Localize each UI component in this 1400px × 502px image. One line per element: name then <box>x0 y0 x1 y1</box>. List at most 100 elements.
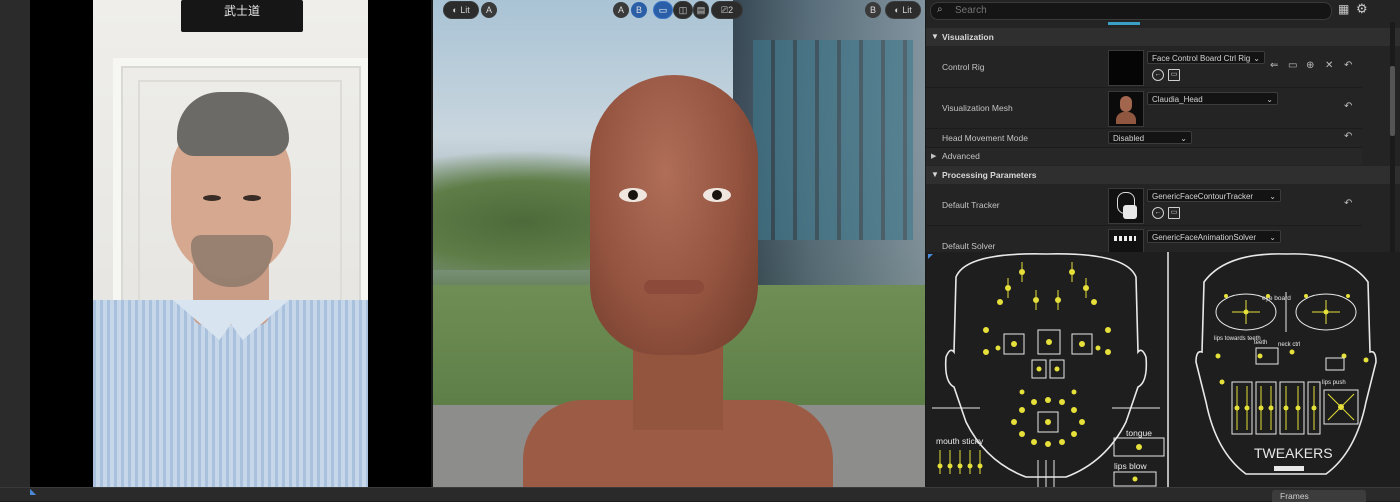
reset-to-default-icon[interactable]: ↶ <box>1344 101 1352 112</box>
wall-plaque: 武士道 <box>181 0 303 32</box>
chevron-down-icon: ⌄ <box>1269 192 1276 201</box>
browse-asset-icon[interactable]: ▭ <box>1168 207 1180 219</box>
view-b-right-button[interactable]: B <box>865 2 881 18</box>
metahuman-head <box>590 75 758 355</box>
property-row-control-rig: Control Rig Face Control Board Ctrl Rig ⌄… <box>926 47 1362 88</box>
property-row-default-solver: Default Solver GenericFaceAnimationSolve… <box>926 226 1362 252</box>
control-dot <box>983 327 989 333</box>
collapsed-arrow-icon: ▶ <box>931 153 937 160</box>
tongue-dot[interactable] <box>1136 444 1142 450</box>
add-element-icon[interactable]: ⊕ <box>1306 60 1314 71</box>
building-windows <box>753 40 913 240</box>
browse-asset-icon[interactable]: ▭ <box>1168 69 1180 81</box>
mouth-sticky-sliders[interactable] <box>939 450 981 474</box>
reset-to-default-icon[interactable]: ↶ <box>1344 60 1352 71</box>
details-search-bar[interactable]: ⌕ <box>930 2 1332 20</box>
visualization-mesh-dropdown[interactable]: Claudia_Head ⌄ <box>1147 92 1278 105</box>
details-scrollbar-track[interactable] <box>1390 22 1395 252</box>
lips-blow-dot[interactable] <box>1132 476 1138 482</box>
default-solver-dropdown[interactable]: GenericFaceAnimationSolver ⌄ <box>1147 230 1281 243</box>
default-tracker-dropdown[interactable]: GenericFaceContourTracker ⌄ <box>1147 189 1281 202</box>
viewport-corner-marker <box>928 254 933 259</box>
control-dot <box>1091 299 1097 305</box>
brow-control-lines <box>1007 262 1087 310</box>
use-selected-icon[interactable]: ⇐ <box>1270 60 1278 71</box>
mouth-sticky-dots[interactable] <box>937 463 983 469</box>
split-view-layout-icon[interactable]: ◫ <box>673 1 693 19</box>
table-view-icon[interactable]: ▦ <box>1338 2 1349 16</box>
details-scrollbar-thumb[interactable] <box>1390 66 1395 136</box>
settings-gear-icon[interactable]: ⚙ <box>1356 1 1368 17</box>
chevron-down-icon: ⌄ <box>1266 95 1273 104</box>
face-control-board[interactable]: mouth sticky tongue lips blow eye board <box>926 252 1400 487</box>
view-a-button[interactable]: A <box>613 2 629 18</box>
face-outline-right <box>1195 253 1377 475</box>
default-tracker-thumbnail[interactable] <box>1108 188 1144 224</box>
control-rig-dropdown[interactable]: Face Control Board Ctrl Rig ⌄ <box>1147 51 1265 64</box>
control-dot <box>983 349 989 355</box>
metahuman-lips <box>644 280 704 294</box>
tongue-label: tongue <box>1126 428 1152 438</box>
actor-left-eye <box>203 195 221 201</box>
metahuman-right-eye <box>703 188 731 202</box>
chevron-down-icon: ⌄ <box>1269 233 1276 242</box>
scroll-hint-bar <box>1108 22 1140 25</box>
details-search-input[interactable] <box>953 4 1327 17</box>
3d-viewport[interactable]: ◐ Lit A A B ▭ ◫ ▤ ⎚2 B ◐ Lit <box>433 0 925 487</box>
display-icon: ⎚ <box>720 5 729 15</box>
clear-icon[interactable]: ✕ <box>1325 60 1333 71</box>
use-selected-asset-icon[interactable]: ← <box>1152 69 1164 81</box>
actor-right-eye <box>243 195 261 201</box>
lips-push-dot[interactable] <box>1338 404 1344 410</box>
mouth-sticky-label: mouth sticky <box>936 436 984 446</box>
category-visualization[interactable]: ▼ Visualization <box>926 28 1400 46</box>
details-panel: ⌕ ▦ ⚙ ▼ Visualization Control Rig Face C… <box>926 0 1400 252</box>
category-processing-parameters[interactable]: ▼ Processing Parameters <box>926 166 1400 184</box>
tweakers-label: TWEAKERS <box>1254 445 1333 461</box>
clapper-icon <box>1114 236 1136 241</box>
eye-boxes[interactable] <box>1003 329 1093 433</box>
reference-video-frame: 武士道 <box>93 0 368 487</box>
search-icon: ⌕ <box>937 4 943 15</box>
browse-folder-icon[interactable]: ▭ <box>1288 60 1297 71</box>
camera-a-button[interactable]: A <box>481 2 497 18</box>
reset-to-default-icon[interactable]: ↶ <box>1344 198 1352 209</box>
view-b-button[interactable]: B <box>631 2 647 18</box>
lit-icon: ◐ <box>452 5 461 15</box>
reference-video-panel: 武士道 <box>0 0 431 487</box>
lit-mode-button-left[interactable]: ◐ Lit <box>443 1 479 19</box>
property-row-default-tracker: Default Tracker GenericFaceContourTracke… <box>926 185 1362 226</box>
expand-arrow-icon: ▼ <box>931 170 939 179</box>
visualization-mesh-thumbnail[interactable] <box>1108 91 1144 127</box>
tweakers-toggle-bar[interactable] <box>1274 466 1304 471</box>
lips-blow-label: lips blow <box>1114 461 1147 471</box>
tracker-badge-icon <box>1123 205 1137 219</box>
control-board-canvas[interactable]: mouth sticky tongue lips blow eye board <box>926 252 1400 487</box>
lips-push-label: lips push <box>1322 380 1346 386</box>
overlay-view-layout-icon[interactable]: ▤ <box>693 1 709 19</box>
lit-mode-button-right[interactable]: ◐ Lit <box>885 1 921 19</box>
video-left-border <box>0 0 30 487</box>
actor-shirt <box>93 300 368 487</box>
display-count-button[interactable]: ⎚2 <box>711 1 743 19</box>
property-row-head-movement: Head Movement Mode Disabled ⌄ ↶ <box>926 129 1362 148</box>
corner-marker-icon: ◣ <box>30 487 37 496</box>
lips-shift-box[interactable] <box>1325 357 1345 371</box>
default-solver-thumbnail[interactable] <box>1108 229 1144 252</box>
mesh-shoulder-preview <box>1116 112 1136 124</box>
use-selected-asset-icon[interactable]: ← <box>1152 207 1164 219</box>
head-movement-dropdown[interactable]: Disabled ⌄ <box>1108 131 1192 144</box>
metahuman-left-eye <box>619 188 647 202</box>
chevron-down-icon: ⌄ <box>1253 54 1260 63</box>
control-dot <box>1105 327 1111 333</box>
expand-arrow-icon: ▼ <box>931 32 939 41</box>
category-advanced[interactable]: ▶ Advanced <box>926 148 1362 165</box>
single-view-layout-icon[interactable]: ▭ <box>653 1 673 19</box>
control-dot <box>997 299 1003 305</box>
reset-to-default-icon[interactable]: ↶ <box>1344 131 1352 142</box>
frames-tab[interactable]: Frames <box>1272 490 1366 502</box>
mesh-head-preview <box>1120 96 1132 112</box>
chevron-down-icon: ⌄ <box>1180 134 1187 143</box>
control-rig-thumbnail[interactable] <box>1108 50 1144 86</box>
property-row-visualization-mesh: Visualization Mesh Claudia_Head ⌄ ↶ <box>926 88 1362 129</box>
